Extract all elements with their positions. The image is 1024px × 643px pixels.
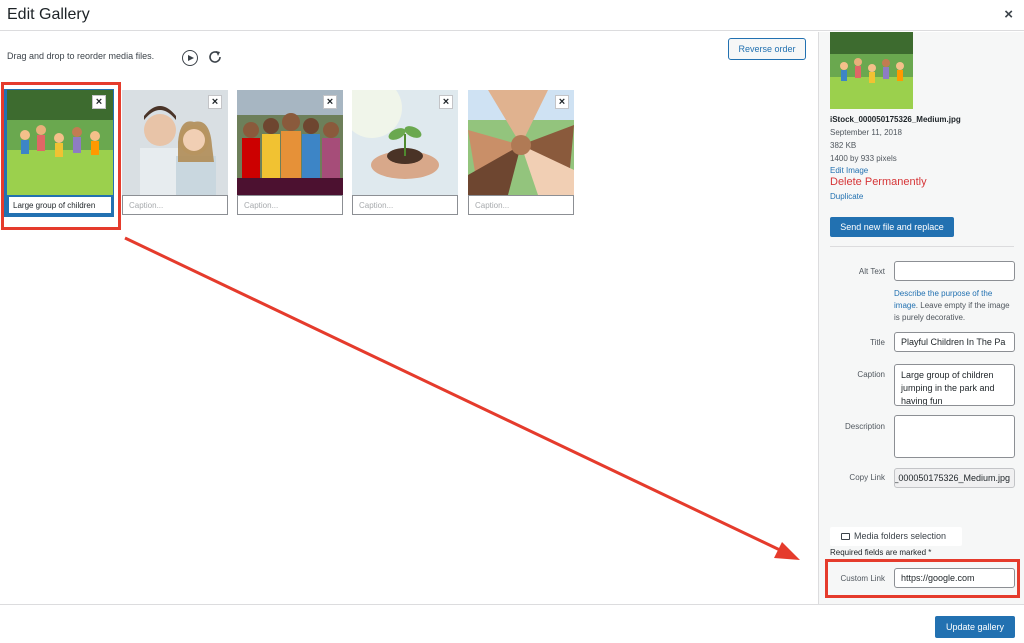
title-input[interactable]: Playful Children In The Pa — [894, 332, 1015, 352]
children-preview-image — [830, 32, 913, 109]
media-folders-button[interactable]: Media folders selection — [830, 527, 962, 546]
required-fields-note: Required fields are marked * — [830, 548, 932, 557]
remove-icon[interactable]: × — [439, 95, 453, 109]
description-label: Description — [844, 422, 885, 431]
update-gallery-button[interactable]: Update gallery — [935, 616, 1015, 638]
refresh-icon[interactable] — [207, 49, 223, 65]
modal-footer: Update gallery — [0, 604, 1024, 643]
caption-textarea[interactable]: Large group of children jumping in the p… — [894, 364, 1015, 406]
caption-field[interactable]: Caption... — [468, 195, 574, 215]
reverse-order-button[interactable]: Reverse order — [728, 38, 806, 60]
caption-label: Caption — [857, 370, 885, 379]
attachment-dimensions: 1400 by 933 pixels — [830, 154, 897, 163]
remove-icon[interactable]: × — [555, 95, 569, 109]
description-textarea[interactable] — [894, 415, 1015, 458]
alt-text-label: Alt Text — [858, 267, 885, 276]
attachment-filesize: 382 KB — [830, 141, 857, 150]
attachment-filename: iStock_000050175326_Medium.jpg — [830, 115, 961, 124]
modal-title: Edit Gallery — [7, 6, 90, 23]
caption-field[interactable]: Caption... — [237, 195, 343, 215]
attachment-details: iStock_000050175326_Medium.jpg September… — [818, 32, 1024, 604]
replace-file-button[interactable]: Send new file and replace — [830, 217, 954, 237]
reorder-instructions: Drag and drop to reorder media files. — [7, 51, 155, 61]
gallery-area: Drag and drop to reorder media files. Re… — [0, 32, 817, 604]
edit-image-link[interactable]: Edit Image — [830, 166, 868, 175]
copy-link-field[interactable]: iStock_000050175326_Medium.jpg — [894, 468, 1015, 488]
close-icon[interactable]: × — [1004, 6, 1013, 23]
title-label: Title — [870, 338, 885, 347]
media-folders-label: Media folders selection — [854, 531, 947, 541]
copy-link-label: Copy Link — [849, 473, 885, 482]
attachment-preview — [830, 32, 913, 109]
remove-icon[interactable]: × — [323, 95, 337, 109]
caption-field[interactable]: Caption... — [352, 195, 458, 215]
modal-header: Edit Gallery × — [0, 0, 1024, 31]
attachment-date: September 11, 2018 — [830, 128, 902, 137]
play-icon[interactable] — [182, 50, 198, 66]
alt-text-help: Describe the purpose of the image. Leave… — [894, 288, 1015, 324]
remove-icon[interactable]: × — [92, 95, 106, 109]
duplicate-link[interactable]: Duplicate — [830, 192, 863, 201]
remove-icon[interactable]: × — [208, 95, 222, 109]
alt-text-input[interactable] — [894, 261, 1015, 281]
caption-field[interactable]: Caption... — [122, 195, 228, 215]
highlight-box-custom-link — [825, 559, 1020, 598]
folder-icon — [841, 533, 850, 540]
delete-permanently-link[interactable]: Delete Permanently — [830, 176, 927, 188]
divider — [830, 246, 1014, 247]
